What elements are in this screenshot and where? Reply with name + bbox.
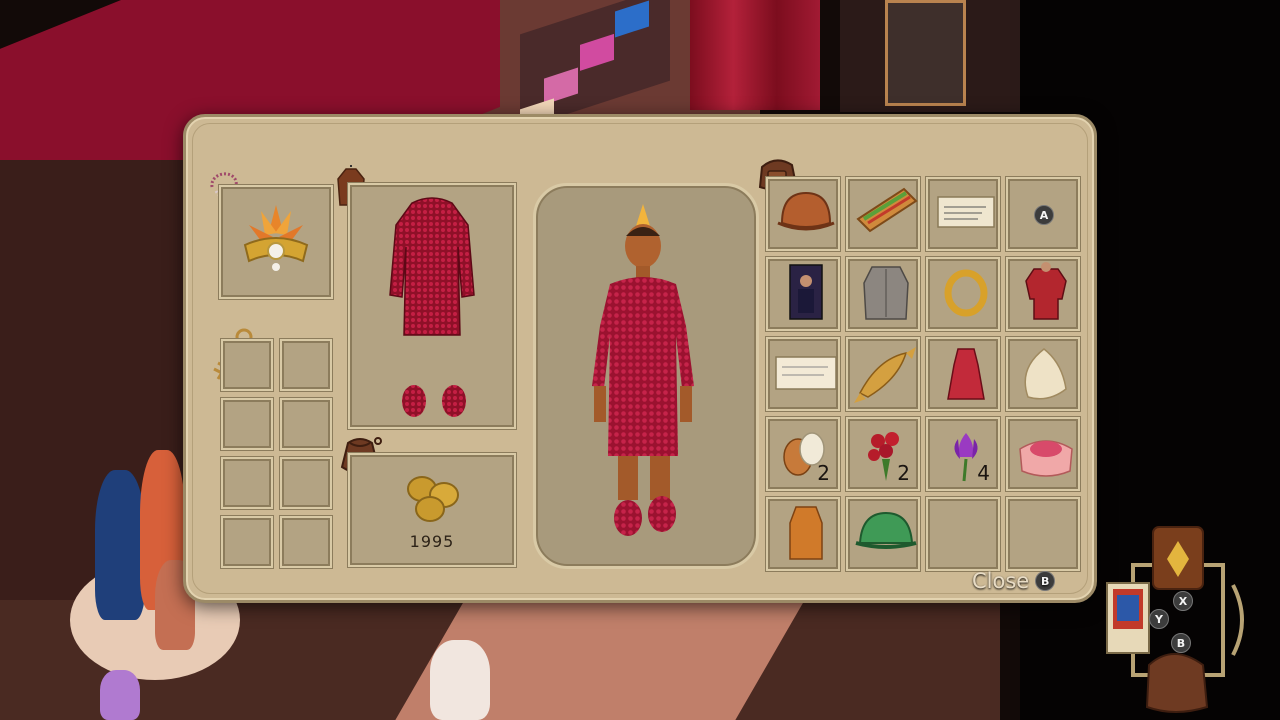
inventory-slot[interactable] (926, 497, 1000, 571)
note-icon (937, 196, 995, 228)
fish-icon (854, 347, 916, 403)
backpack-hud-icon (1145, 653, 1209, 713)
money-slot: 1995 (348, 453, 516, 567)
x-button-icon[interactable]: X (1173, 591, 1193, 611)
inventory-slot[interactable] (1006, 417, 1080, 491)
inventory-slot[interactable] (846, 497, 920, 571)
quick-menu-hud: X Y B (1103, 525, 1253, 715)
key-slot[interactable] (221, 339, 273, 391)
orange-dress-icon (789, 506, 823, 560)
gold-coins-icon (407, 476, 459, 522)
key-slot[interactable] (280, 398, 332, 450)
inventory-slot[interactable] (1006, 497, 1080, 571)
b-button-hud-icon[interactable]: B (1171, 633, 1191, 653)
key-slot[interactable] (280, 339, 332, 391)
money-amount: 1995 (409, 532, 455, 551)
key-slot[interactable] (221, 457, 273, 509)
character-model (592, 204, 694, 536)
inventory-slot[interactable]: A (1006, 177, 1080, 251)
y-button-icon[interactable]: Y (1149, 609, 1169, 629)
sandwich-icon (856, 187, 918, 233)
mannequin-blue (95, 470, 145, 620)
inventory-slot[interactable] (766, 257, 840, 331)
hud-frame (1106, 526, 1244, 713)
inventory-panel: 1995 A 2 2 4 Close B (183, 114, 1097, 603)
item-count: 2 (817, 461, 830, 485)
mirror (885, 0, 966, 106)
b-button-icon: B (1035, 571, 1056, 591)
item-count: 2 (897, 461, 910, 485)
close-label: Close (972, 569, 1030, 593)
headdress-icon (243, 205, 309, 271)
key-slot[interactable] (280, 516, 332, 568)
key-slot[interactable] (280, 457, 332, 509)
inventory-slot[interactable] (846, 177, 920, 251)
outfit-slot[interactable] (348, 183, 516, 429)
inventory-slot[interactable] (846, 337, 920, 411)
portrait-card-icon (789, 264, 823, 320)
key-slot[interactable] (221, 398, 273, 450)
curtain (690, 0, 820, 110)
swatch (615, 0, 649, 38)
npc-white (430, 640, 490, 720)
item-count: 4 (977, 461, 990, 485)
inventory-slot[interactable]: 2 (766, 417, 840, 491)
red-uniform-icon (1025, 262, 1067, 320)
inventory-slot[interactable] (926, 257, 1000, 331)
inventory-slot[interactable] (926, 337, 1000, 411)
cake-icon (1019, 440, 1073, 477)
inventory-slot[interactable] (1006, 257, 1080, 331)
red-dress-icon (947, 348, 985, 400)
inventory-slot[interactable] (846, 257, 920, 331)
red-sequin-dress (389, 197, 475, 417)
inventory-slot[interactable]: 2 (846, 417, 920, 491)
letter-icon (775, 356, 837, 390)
inventory-slot[interactable] (766, 497, 840, 571)
inventory-slot[interactable] (1006, 337, 1080, 411)
key-slot[interactable] (221, 516, 273, 568)
fur-coat-icon (863, 266, 909, 320)
inventory-slot[interactable] (766, 337, 840, 411)
swatch (580, 33, 614, 71)
inventory-slot[interactable]: 4 (926, 417, 1000, 491)
character-preview (533, 183, 759, 569)
npc-purple (100, 670, 140, 720)
green-helmet-icon (855, 511, 917, 549)
shell-icon (1024, 348, 1067, 400)
inventory-slot[interactable] (766, 177, 840, 251)
accessory-slot[interactable] (219, 185, 333, 299)
a-button-icon: A (1034, 205, 1054, 225)
gold-ring-icon (944, 269, 988, 317)
inventory-slot[interactable] (926, 177, 1000, 251)
close-button[interactable]: Close B (972, 569, 1056, 593)
cloche-hat-icon (777, 191, 835, 231)
